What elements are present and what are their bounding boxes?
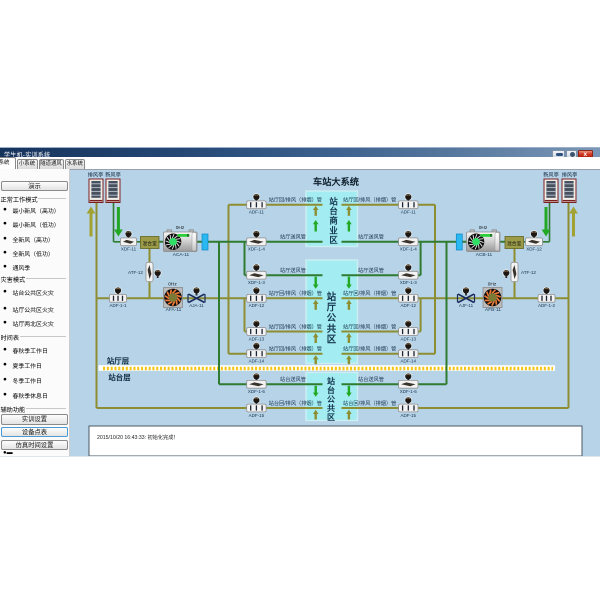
svg-text:排风亭: 排风亭 xyxy=(88,171,104,179)
svg-text:AJF-11: AJF-11 xyxy=(459,303,474,308)
svg-text:区: 区 xyxy=(327,413,335,422)
svg-text:AJA-11: AJA-11 xyxy=(189,303,204,308)
svg-text:站厅送风管: 站厅送风管 xyxy=(280,266,306,274)
svg-text:XDF-1-6: XDF-1-6 xyxy=(400,389,417,394)
svg-text:ADF-12: ADF-12 xyxy=(249,303,265,308)
svg-text:台: 台 xyxy=(329,206,337,216)
svg-text:商: 商 xyxy=(329,216,338,226)
svg-text:XDF-11: XDF-11 xyxy=(121,247,137,252)
svg-text:站厅层: 站厅层 xyxy=(107,357,130,366)
svg-text:新风亭: 新风亭 xyxy=(105,171,121,179)
svg-text:ATF-12: ATF-12 xyxy=(128,270,143,275)
svg-text:ADF-14: ADF-14 xyxy=(401,359,417,364)
svg-text:业: 业 xyxy=(329,225,338,235)
svg-text:混合室: 混合室 xyxy=(142,240,157,247)
svg-text:共: 共 xyxy=(327,403,335,413)
svg-text:区: 区 xyxy=(327,333,337,344)
svg-text:0Hz: 0Hz xyxy=(168,282,177,288)
svg-text:ADF-1-2: ADF-1-2 xyxy=(538,303,555,308)
svg-text:ACB-11: ACB-11 xyxy=(476,252,493,258)
svg-text:0Hz: 0Hz xyxy=(176,225,185,231)
svg-text:排风亭: 排风亭 xyxy=(562,171,578,179)
svg-text:ADF-11: ADF-11 xyxy=(249,210,265,215)
svg-text:ADF-15: ADF-15 xyxy=(249,413,265,418)
svg-text:ADF-11: ADF-11 xyxy=(401,210,417,215)
svg-text:站: 站 xyxy=(327,291,337,302)
svg-text:站台层: 站台层 xyxy=(108,373,131,382)
svg-text:区: 区 xyxy=(329,235,338,245)
svg-text:站台送风管: 站台送风管 xyxy=(280,375,306,383)
svg-text:站台回/排风（排烟）管: 站台回/排风（排烟）管 xyxy=(269,399,322,407)
svg-text:ADF-1-1: ADF-1-1 xyxy=(109,303,126,308)
svg-text:站: 站 xyxy=(327,376,335,386)
svg-text:XDF-1-3: XDF-1-3 xyxy=(248,280,265,285)
svg-text:XDF-1-4: XDF-1-4 xyxy=(400,247,417,252)
svg-text:XDF-1-3: XDF-1-3 xyxy=(400,280,417,285)
svg-text:站厅回/排风（排烟）管: 站厅回/排风（排烟）管 xyxy=(269,322,322,330)
svg-text:公: 公 xyxy=(327,395,335,404)
svg-text:厅: 厅 xyxy=(327,302,337,313)
svg-text:站厅回/排风（排烟）管: 站厅回/排风（排烟）管 xyxy=(269,345,322,353)
svg-text:XDF-1-6: XDF-1-6 xyxy=(248,389,265,394)
svg-text:0Hz: 0Hz xyxy=(488,282,497,288)
svg-text:共: 共 xyxy=(327,323,337,334)
svg-text:站厅回/排风（排烟）管: 站厅回/排风（排烟）管 xyxy=(343,322,396,330)
svg-text:ADF-13: ADF-13 xyxy=(249,336,265,341)
svg-text:站厅送风管: 站厅送风管 xyxy=(280,233,306,241)
svg-text:ACA-11: ACA-11 xyxy=(173,252,190,258)
svg-text:ADF-12: ADF-12 xyxy=(401,303,417,308)
svg-text:站厅回/排风（排烟）管: 站厅回/排风（排烟）管 xyxy=(343,196,396,204)
svg-text:混合室: 混合室 xyxy=(507,240,522,247)
svg-text:AFB-11: AFB-11 xyxy=(485,307,501,313)
svg-text:0Hz: 0Hz xyxy=(479,225,488,231)
svg-text:站厅送风管: 站厅送风管 xyxy=(358,266,384,274)
svg-text:站台送风管: 站台送风管 xyxy=(358,375,384,383)
svg-text:车站大系统: 车站大系统 xyxy=(313,176,359,187)
svg-text:公: 公 xyxy=(327,312,337,323)
svg-text:ATF-12: ATF-12 xyxy=(521,270,536,275)
svg-text:2015/10/20 16:43:33: 初始化完成！: 2015/10/20 16:43:33: 初始化完成！ xyxy=(97,433,179,441)
svg-text:站厅回/排风（排烟）管: 站厅回/排风（排烟）管 xyxy=(343,289,396,297)
svg-text:站: 站 xyxy=(329,197,338,207)
svg-text:XDF-12: XDF-12 xyxy=(526,247,542,252)
svg-text:ADF-13: ADF-13 xyxy=(401,336,417,341)
svg-text:ADF-14: ADF-14 xyxy=(249,359,265,364)
svg-text:站厅回/排风（排烟）管: 站厅回/排风（排烟）管 xyxy=(269,196,322,204)
svg-text:站厅送风管: 站厅送风管 xyxy=(358,233,384,241)
svg-text:XDF-1-4: XDF-1-4 xyxy=(248,247,265,252)
svg-text:站台回/排风（排烟）管: 站台回/排风（排烟）管 xyxy=(343,399,396,407)
svg-text:AFA-11: AFA-11 xyxy=(166,307,182,313)
svg-text:新风亭: 新风亭 xyxy=(543,171,559,179)
svg-text:站厅回/排风（排烟）管: 站厅回/排风（排烟）管 xyxy=(269,289,322,297)
svg-text:台: 台 xyxy=(327,385,335,395)
svg-text:站厅回/排风（排烟）管: 站厅回/排风（排烟）管 xyxy=(343,345,396,353)
svg-text:ADF-15: ADF-15 xyxy=(401,413,417,418)
